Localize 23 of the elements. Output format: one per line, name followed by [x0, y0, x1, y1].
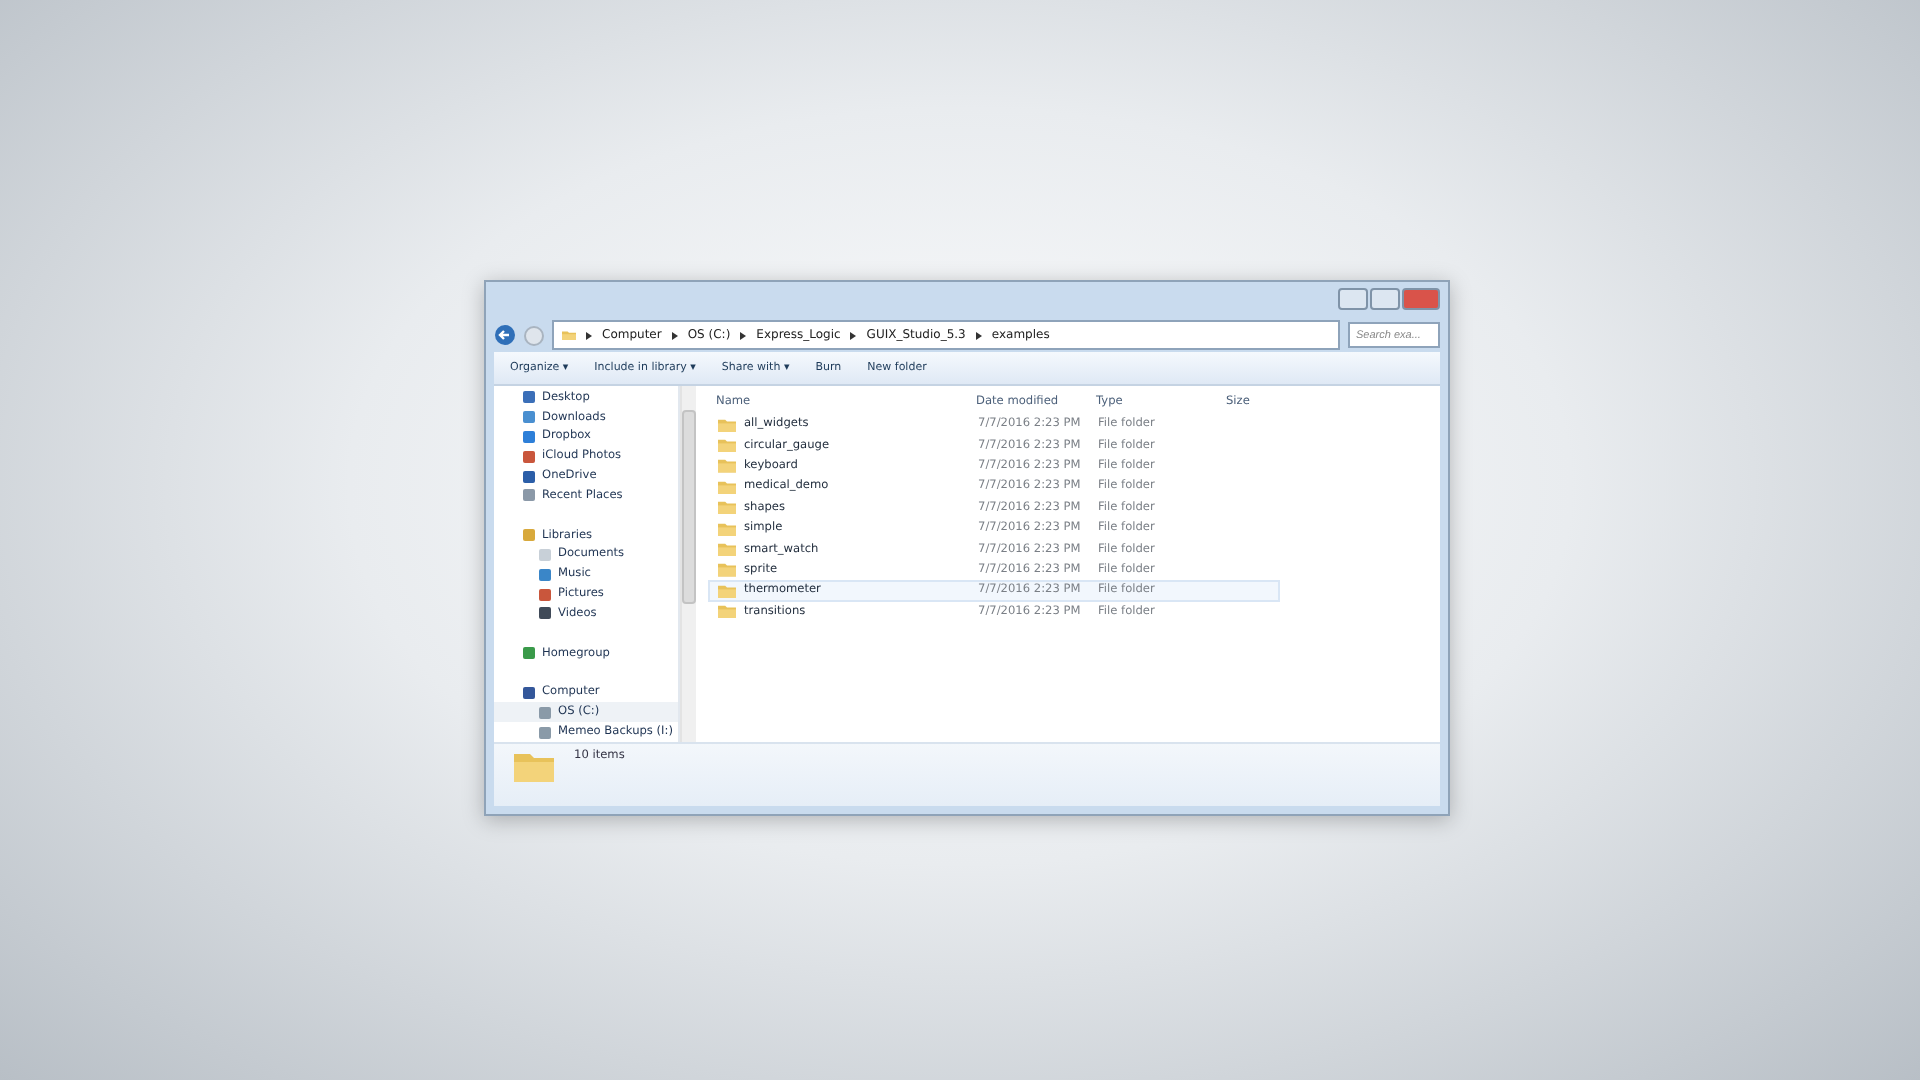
folder-icon — [718, 583, 736, 598]
chevron-icon — [586, 331, 592, 339]
large-folder-icon — [514, 750, 554, 782]
folder-icon — [718, 500, 736, 515]
folder-icon — [718, 417, 736, 432]
folder-icon — [718, 479, 736, 494]
folder-icon — [718, 458, 736, 474]
folder-icon — [562, 329, 576, 341]
maximize-button[interactable] — [1370, 288, 1400, 310]
chevron-icon — [975, 331, 982, 339]
folder-icon — [718, 604, 736, 619]
minimize-button[interactable] — [1338, 288, 1368, 310]
chevron-icon — [671, 331, 678, 339]
close-button[interactable] — [1402, 288, 1440, 310]
scrollbar[interactable] — [680, 386, 696, 742]
chevron-icon — [850, 331, 857, 339]
folder-icon — [718, 437, 736, 453]
back-icon[interactable] — [494, 324, 516, 346]
folder-icon — [718, 541, 736, 557]
folder-icon — [718, 562, 736, 578]
forward-icon[interactable] — [524, 325, 544, 345]
folder-icon — [718, 521, 736, 536]
chevron-icon — [740, 331, 747, 339]
